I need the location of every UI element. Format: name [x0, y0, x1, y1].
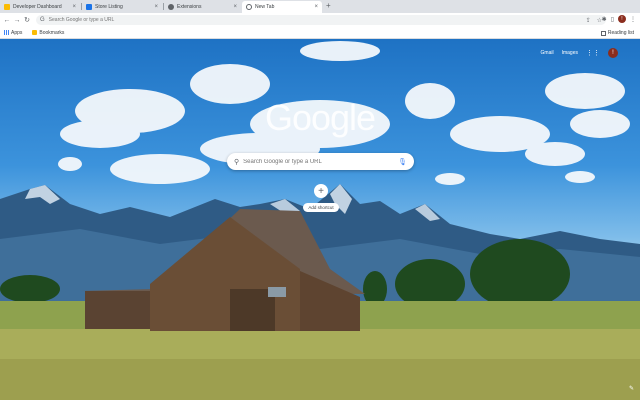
new-tab-page: Gmail Images ⋮⋮ ! Google ⚲ 🎙 + Add short…	[0, 39, 640, 400]
sidebar-icon[interactable]: ▯	[611, 16, 614, 23]
google-g-icon: G	[40, 17, 45, 23]
reading-list-label: Reading list	[607, 30, 634, 36]
bookmarks-bar: Apps Bookmarks Reading list	[0, 27, 640, 39]
tab-store-listing[interactable]: Store Listing ×	[82, 1, 162, 13]
omnibox-input[interactable]	[48, 17, 586, 23]
tab-strip: Developer Dashboard × Store Listing × Ex…	[0, 0, 640, 13]
close-icon[interactable]: ×	[154, 4, 158, 10]
share-icon[interactable]: ⇪	[586, 17, 591, 24]
account-avatar[interactable]: !	[608, 48, 618, 58]
search-icon: ⚲	[234, 158, 240, 166]
customize-pencil-icon[interactable]: ✎	[629, 385, 634, 392]
menu-kebab-icon[interactable]: ⋮	[630, 16, 636, 23]
bookmark-apps[interactable]: Apps	[4, 30, 22, 36]
close-icon[interactable]: ×	[72, 4, 76, 10]
bookmark-label: Bookmarks	[39, 29, 65, 36]
new-tab-button[interactable]: +	[326, 1, 331, 10]
tab-new-tab[interactable]: New Tab ×	[242, 1, 322, 13]
extensions-puzzle-icon[interactable]: ✱	[602, 16, 607, 23]
puzzle-icon	[168, 4, 174, 10]
profile-avatar[interactable]: !	[618, 15, 626, 23]
reading-list[interactable]: Reading list	[600, 30, 634, 36]
search-input[interactable]	[243, 158, 399, 165]
images-link[interactable]: Images	[562, 50, 578, 56]
microphone-icon[interactable]: 🎙	[398, 158, 407, 166]
close-icon[interactable]: ×	[314, 4, 318, 10]
omnibox[interactable]: G ⇪ ☆	[36, 15, 606, 25]
plus-icon: +	[314, 184, 328, 198]
gmail-link[interactable]: Gmail	[541, 50, 554, 56]
close-icon[interactable]: ×	[233, 4, 237, 10]
background-landscape-image	[0, 41, 640, 400]
reading-list-icon	[600, 30, 606, 36]
bookmark-label: Apps	[11, 29, 23, 36]
google-logo: Google	[264, 97, 376, 138]
apps-grid-icon	[4, 30, 9, 35]
developer-dashboard-icon	[4, 4, 10, 10]
bookmark-bookmarks[interactable]: Bookmarks	[32, 30, 64, 36]
tab-label: Store Listing	[95, 4, 123, 10]
add-shortcut-label: Add shortcut	[303, 203, 339, 212]
tab-extensions[interactable]: Extensions ×	[164, 1, 241, 13]
add-shortcut-button[interactable]: + Add shortcut	[303, 184, 339, 212]
folder-icon	[32, 30, 38, 35]
search-box[interactable]: ⚲ 🎙	[227, 153, 414, 170]
reload-icon[interactable]: ↻	[22, 16, 32, 24]
google-apps-icon[interactable]: ⋮⋮	[586, 49, 600, 57]
tab-label: New Tab	[255, 4, 275, 10]
back-icon[interactable]: ←	[2, 17, 12, 24]
toolbar: ← → ↻ G ⇪ ☆ ✱ ▯ ! ⋮	[0, 13, 640, 27]
chrome-icon	[246, 4, 252, 10]
forward-icon[interactable]: →	[12, 17, 22, 24]
store-listing-icon	[86, 4, 92, 10]
tab-developer-dashboard[interactable]: Developer Dashboard ×	[0, 1, 80, 13]
tab-label: Developer Dashboard	[13, 4, 62, 10]
tab-label: Extensions	[177, 4, 202, 10]
top-links: Gmail Images ⋮⋮ !	[541, 48, 618, 58]
